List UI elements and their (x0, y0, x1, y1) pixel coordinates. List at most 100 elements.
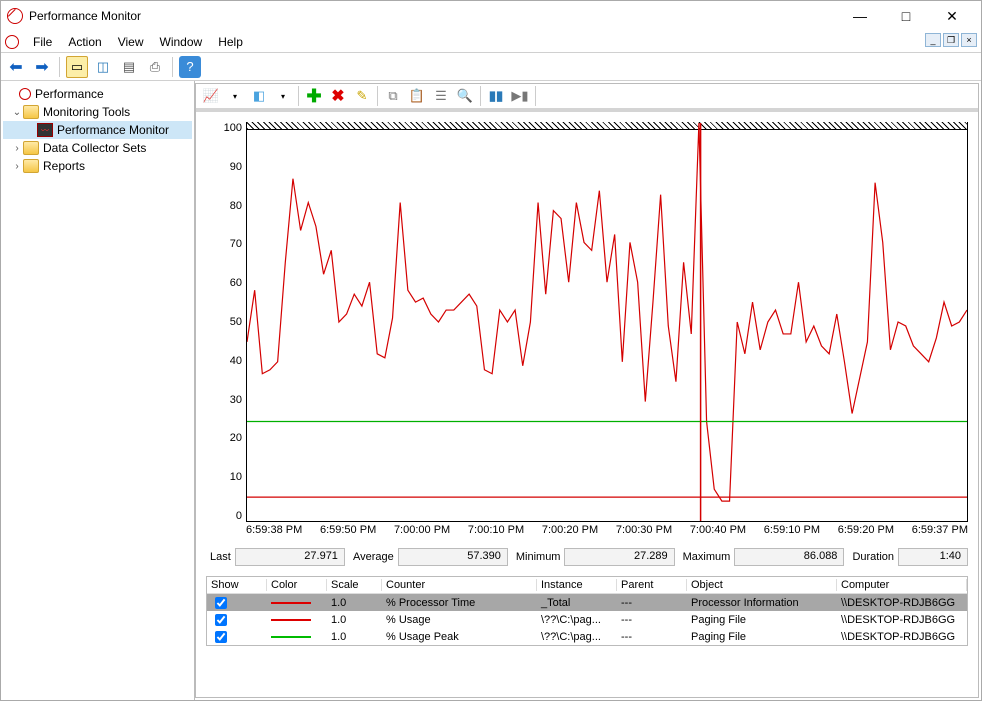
stat-avg-value: 57.390 (398, 548, 508, 566)
cell-counter: % Usage Peak (382, 631, 537, 643)
y-tick: 0 (236, 510, 242, 522)
copy-button[interactable]: ⧉ (382, 85, 404, 107)
maximize-button[interactable]: □ (883, 1, 929, 31)
menu-action[interactable]: Action (60, 33, 109, 51)
highlight-button[interactable]: ✎ (351, 85, 373, 107)
folder-icon (23, 159, 39, 173)
x-tick: 7:00:10 PM (468, 524, 524, 536)
column-header[interactable]: Computer (837, 579, 967, 591)
menu-file[interactable]: File (25, 33, 60, 51)
update-button[interactable]: ▶▮ (509, 85, 531, 107)
show-checkbox[interactable] (215, 631, 227, 643)
show-hide-tree-button[interactable]: ▭ (66, 56, 88, 78)
x-tick: 7:00:00 PM (394, 524, 450, 536)
new-window-button[interactable]: ◫ (92, 56, 114, 78)
color-swatch (271, 602, 311, 604)
x-tick: 7:00:30 PM (616, 524, 672, 536)
y-tick: 30 (230, 394, 242, 406)
mdi-close[interactable]: × (961, 33, 977, 47)
tree-node-perfmon[interactable]: 〰 Performance Monitor (3, 121, 192, 139)
y-tick: 90 (230, 161, 242, 173)
view-chart-button[interactable]: 📈 (200, 85, 222, 107)
tree-node-label: Performance Monitor (57, 123, 169, 137)
counter-table[interactable]: ShowColorScaleCounterInstanceParentObjec… (206, 576, 968, 646)
stat-max-label: Maximum (679, 551, 731, 563)
stat-min-label: Minimum (512, 551, 561, 563)
mdi-minimize[interactable]: _ (925, 33, 941, 47)
export-button[interactable]: ▤ (118, 56, 140, 78)
x-tick: 6:59:10 PM (764, 524, 820, 536)
forward-button[interactable]: ➡ (31, 56, 53, 78)
view-dropdown-2[interactable]: ▾ (272, 85, 294, 107)
back-button[interactable]: ⬅ (5, 56, 27, 78)
stat-avg-label: Average (349, 551, 394, 563)
minimize-button[interactable]: ― (837, 1, 883, 31)
y-tick: 100 (224, 122, 242, 134)
x-tick: 7:00:20 PM (542, 524, 598, 536)
table-header[interactable]: ShowColorScaleCounterInstanceParentObjec… (207, 577, 967, 594)
table-row[interactable]: 1.0% Usage Peak\??\C:\pag...---Paging Fi… (207, 628, 967, 645)
plot[interactable] (246, 122, 968, 522)
y-tick: 10 (230, 471, 242, 483)
x-tick: 6:59:50 PM (320, 524, 376, 536)
freeze-button[interactable]: ▮▮ (485, 85, 507, 107)
column-header[interactable]: Parent (617, 579, 687, 591)
cell-parent: --- (617, 631, 687, 643)
tree-node-label: Data Collector Sets (43, 141, 146, 155)
tree-node-dcs[interactable]: › Data Collector Sets (3, 139, 192, 157)
view-dropdown[interactable]: ▾ (224, 85, 246, 107)
titlebar: Performance Monitor ― □ ✕ (1, 1, 981, 31)
column-header[interactable]: Counter (382, 579, 537, 591)
help-button[interactable]: ? (179, 56, 201, 78)
table-row[interactable]: 1.0% Processor Time_Total---Processor In… (207, 594, 967, 611)
cell-computer: \\DESKTOP-RDJB6GG (837, 597, 967, 609)
menubar: File Action View Window Help _ ❐ × (1, 31, 981, 53)
cell-counter: % Processor Time (382, 597, 537, 609)
paste-button[interactable]: 📋 (406, 85, 428, 107)
column-header[interactable]: Scale (327, 579, 382, 591)
menu-window[interactable]: Window (152, 33, 211, 51)
main-toolbar: ⬅ ➡ ▭ ◫ ▤ ⎙ ? (1, 53, 981, 81)
performance-icon (19, 88, 31, 100)
menu-help[interactable]: Help (210, 33, 251, 51)
expand-icon[interactable]: › (11, 161, 23, 172)
show-checkbox[interactable] (215, 597, 227, 609)
tree-node-monitoring[interactable]: ⌄ Monitoring Tools (3, 103, 192, 121)
zoom-button[interactable]: 🔍 (454, 85, 476, 107)
cell-scale: 1.0 (327, 614, 382, 626)
window-title: Performance Monitor (29, 9, 141, 23)
column-header[interactable]: Instance (537, 579, 617, 591)
column-header[interactable]: Color (267, 579, 327, 591)
column-header[interactable]: Object (687, 579, 837, 591)
cell-object: Paging File (687, 614, 837, 626)
tree-root-label: Performance (35, 87, 104, 101)
close-button[interactable]: ✕ (929, 1, 975, 31)
cell-counter: % Usage (382, 614, 537, 626)
mdi-restore[interactable]: ❐ (943, 33, 959, 47)
expand-icon[interactable]: › (11, 143, 23, 154)
app-icon (7, 8, 23, 24)
tree-root[interactable]: Performance (3, 85, 192, 103)
print-button[interactable]: ⎙ (144, 56, 166, 78)
x-tick: 6:59:20 PM (838, 524, 894, 536)
color-swatch (271, 619, 311, 621)
cell-scale: 1.0 (327, 597, 382, 609)
menu-view[interactable]: View (110, 33, 152, 51)
show-checkbox[interactable] (215, 614, 227, 626)
perfmon-icon: 〰 (37, 123, 53, 137)
navigation-tree[interactable]: Performance ⌄ Monitoring Tools 〰 Perform… (1, 81, 195, 700)
y-tick: 60 (230, 277, 242, 289)
app-icon-small (5, 35, 19, 49)
folder-icon (23, 141, 39, 155)
add-counter-button[interactable]: ✚ (303, 85, 325, 107)
properties-button[interactable]: ☰ (430, 85, 452, 107)
table-row[interactable]: 1.0% Usage\??\C:\pag...---Paging File\\D… (207, 611, 967, 628)
cell-instance: _Total (537, 597, 617, 609)
tree-node-reports[interactable]: › Reports (3, 157, 192, 175)
cell-object: Paging File (687, 631, 837, 643)
expand-icon[interactable]: ⌄ (11, 107, 23, 118)
column-header[interactable]: Show (207, 579, 267, 591)
delete-counter-button[interactable]: ✖ (327, 85, 349, 107)
view-histogram-button[interactable]: ◧ (248, 85, 270, 107)
stat-last-value: 27.971 (235, 548, 345, 566)
